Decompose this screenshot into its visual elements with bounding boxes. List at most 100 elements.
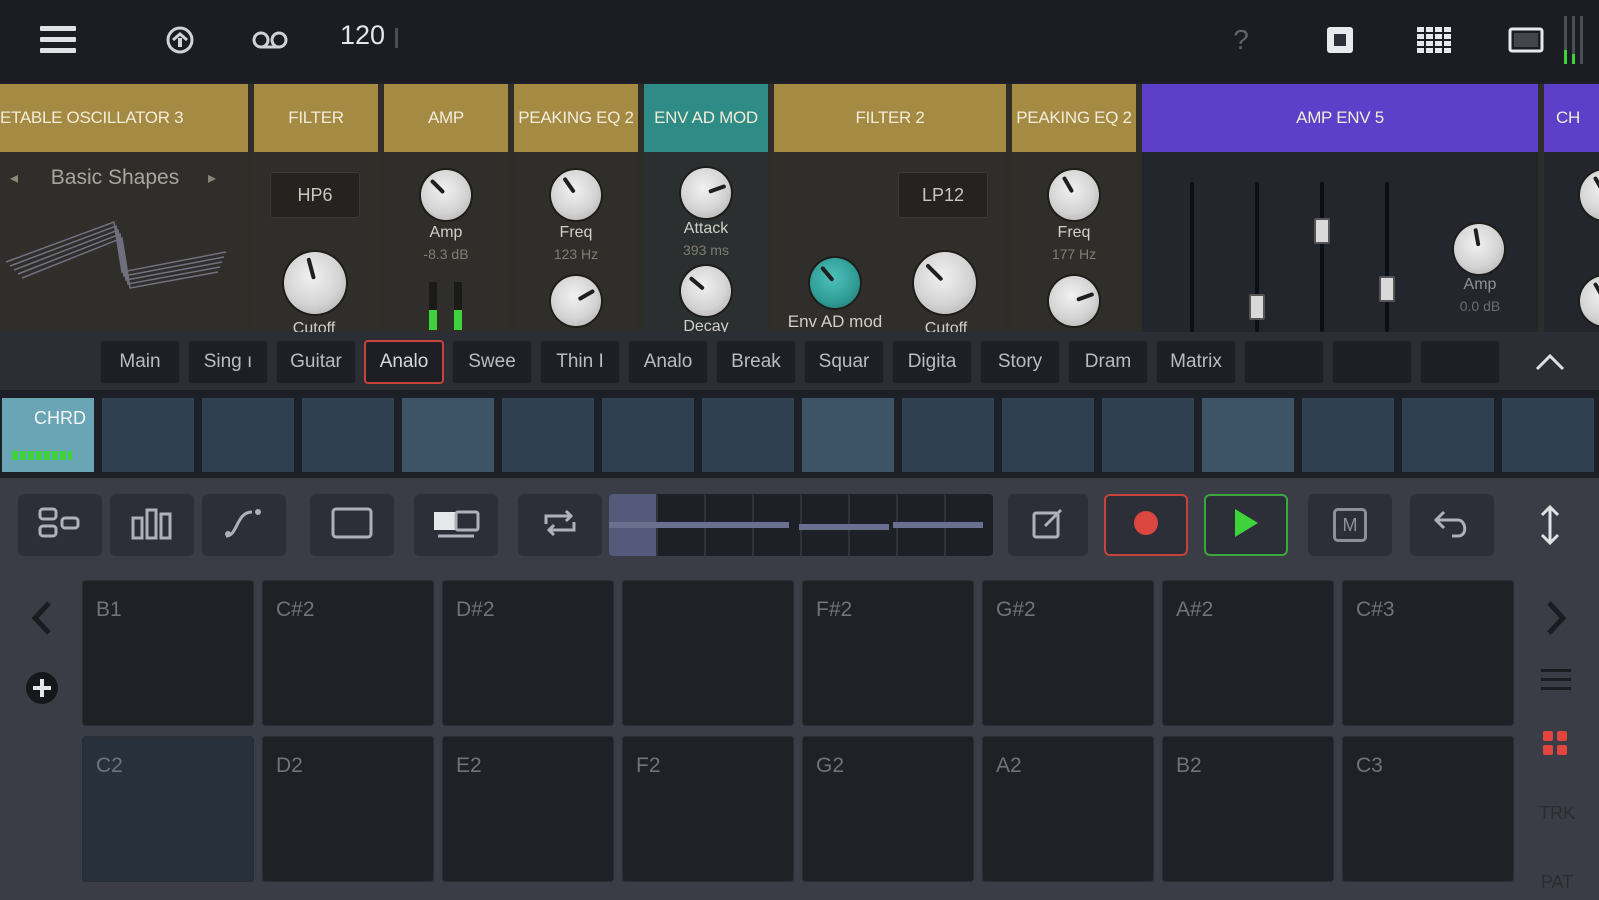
preset-tab[interactable]: Sing ı [188, 340, 268, 384]
gain-knob[interactable] [1049, 276, 1099, 326]
amp-knob[interactable] [1454, 224, 1504, 274]
screens-button[interactable] [414, 494, 498, 556]
undo-button[interactable] [1410, 494, 1494, 556]
release-fader-handle[interactable] [1379, 276, 1395, 302]
preset-tab[interactable]: Swee [452, 340, 532, 384]
sustain-fader-handle[interactable] [1314, 218, 1330, 244]
pad-d-sharp-2[interactable]: D#2 [442, 580, 614, 726]
grid-icon[interactable] [1412, 18, 1456, 62]
pad-c2[interactable]: C2 [82, 736, 254, 882]
curve-button[interactable] [202, 494, 286, 556]
preset-tab-empty[interactable] [1420, 340, 1500, 384]
loop-button[interactable] [518, 494, 602, 556]
wavetable-preset-name[interactable]: Basic Shapes [40, 166, 190, 190]
preset-tab[interactable]: Thin I [540, 340, 620, 384]
freq-knob[interactable] [551, 170, 601, 220]
pad-c-sharp-2[interactable]: C#2 [262, 580, 434, 726]
preset-tab[interactable]: Squar [804, 340, 884, 384]
clip-slot[interactable] [102, 398, 194, 472]
chevron-left-icon[interactable] [22, 590, 62, 646]
filter-mode-select[interactable]: HP6 [270, 172, 360, 218]
loop-icon[interactable] [160, 18, 200, 62]
preset-tab[interactable]: Story [980, 340, 1060, 384]
pat-button[interactable]: PAT [1530, 872, 1584, 900]
clip-slot[interactable] [1502, 398, 1594, 472]
clip-slot-active[interactable]: CHRD [2, 398, 94, 472]
chevron-right-icon[interactable] [1536, 590, 1576, 646]
device-title[interactable]: FILTER [254, 84, 378, 152]
preset-tab[interactable]: Analo [628, 340, 708, 384]
pad-f2[interactable]: F2 [622, 736, 794, 882]
trk-button[interactable]: TRK [1530, 798, 1584, 828]
bpm-value[interactable]: 120 [340, 20, 385, 51]
device-peaking-eq[interactable]: PEAKING EQ 2 Freq 123 Hz [514, 84, 638, 332]
clip-slot[interactable] [402, 398, 494, 472]
device-filter[interactable]: FILTER HP6 Cutoff [254, 84, 378, 332]
preset-tab-selected[interactable]: Analo [364, 340, 444, 384]
sustain-fader[interactable] [1320, 182, 1324, 332]
pad-g-sharp-2[interactable]: G#2 [982, 580, 1154, 726]
play-button[interactable] [1204, 494, 1288, 556]
help-icon[interactable]: ? [1226, 18, 1256, 62]
knob-partial[interactable] [1580, 170, 1599, 220]
pad-grid-icon[interactable] [1536, 724, 1576, 764]
attack-knob[interactable] [681, 168, 731, 218]
device-amp-env[interactable]: AMP ENV 5 Amp 0.0 dB [1142, 84, 1538, 332]
resize-icon[interactable] [1530, 494, 1570, 556]
decay-fader-handle[interactable] [1249, 294, 1265, 320]
cutoff-knob[interactable] [284, 252, 346, 314]
preset-tab[interactable]: Matrix [1156, 340, 1236, 384]
clip-slot[interactable] [802, 398, 894, 472]
preset-tab-empty[interactable] [1244, 340, 1324, 384]
clip-slot[interactable] [702, 398, 794, 472]
menu-icon[interactable] [36, 18, 80, 62]
cutoff-knob[interactable] [914, 252, 976, 314]
preset-tab[interactable]: Digita [892, 340, 972, 384]
add-icon[interactable] [20, 666, 64, 710]
clip-slot[interactable] [1002, 398, 1094, 472]
device-filter-2[interactable]: FILTER 2 LP12 Env AD mod Cutoff [774, 84, 1006, 332]
clip-slot[interactable] [1102, 398, 1194, 472]
device-peaking-eq-2[interactable]: PEAKING EQ 2 Freq 177 Hz [1012, 84, 1136, 332]
next-preset-icon[interactable]: ▸ [208, 168, 216, 188]
pad-c-sharp-3[interactable]: C#3 [1342, 580, 1514, 726]
device-env-ad-mod[interactable]: ENV AD MOD Attack 393 ms Decay [644, 84, 768, 332]
pad-a-sharp-2[interactable]: A#2 [1162, 580, 1334, 726]
device-title[interactable]: AMP ENV 5 [1142, 84, 1538, 152]
clip-slot[interactable] [502, 398, 594, 472]
collapse-chevron-icon[interactable] [1530, 344, 1570, 380]
decay-knob[interactable] [681, 266, 731, 316]
clip-slot[interactable] [1402, 398, 1494, 472]
knob-partial-2[interactable] [1580, 276, 1599, 326]
pad-e2[interactable]: E2 [442, 736, 614, 882]
mixer-button[interactable] [18, 494, 102, 556]
attack-fader[interactable] [1190, 182, 1194, 332]
pad-g2[interactable]: G2 [802, 736, 974, 882]
metronome-button[interactable]: M [1308, 494, 1392, 556]
pad-b2[interactable]: B2 [1162, 736, 1334, 882]
clip-slot[interactable] [302, 398, 394, 472]
amp-knob[interactable] [421, 170, 471, 220]
device-title[interactable]: ENV AD MOD [644, 84, 768, 152]
pad-empty[interactable] [622, 580, 794, 726]
device-title[interactable]: PEAKING EQ 2 [514, 84, 638, 152]
gain-knob[interactable] [551, 276, 601, 326]
preset-tab[interactable]: Dram [1068, 340, 1148, 384]
preset-tab-empty[interactable] [1332, 340, 1412, 384]
pad-d2[interactable]: D2 [262, 736, 434, 882]
clip-slot[interactable] [202, 398, 294, 472]
tape-icon[interactable] [248, 18, 292, 62]
list-icon[interactable] [1536, 660, 1576, 700]
bars-button[interactable] [110, 494, 194, 556]
clip-slot[interactable] [1302, 398, 1394, 472]
window-icon[interactable] [1504, 18, 1548, 62]
device-chorus-partial[interactable]: CH [1544, 84, 1599, 332]
device-title[interactable]: PEAKING EQ 2 [1012, 84, 1136, 152]
pad-f-sharp-2[interactable]: F#2 [802, 580, 974, 726]
clip-slot[interactable] [902, 398, 994, 472]
edit-button[interactable] [1008, 494, 1088, 556]
pad-a2[interactable]: A2 [982, 736, 1154, 882]
device-amp[interactable]: AMP Amp -8.3 dB [384, 84, 508, 332]
prev-preset-icon[interactable]: ◂ [10, 168, 18, 188]
preset-tab[interactable]: Main [100, 340, 180, 384]
